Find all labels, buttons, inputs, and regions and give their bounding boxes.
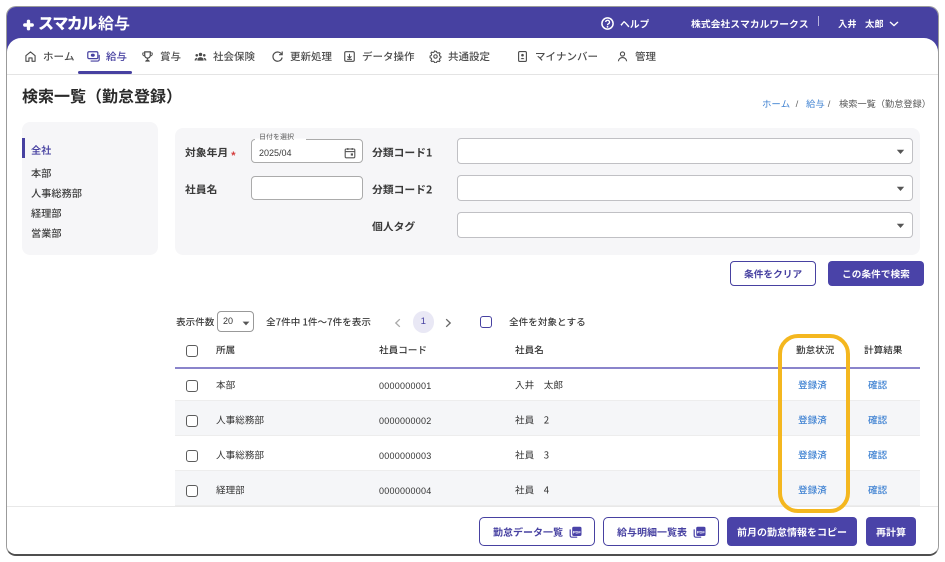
svg-text:PDF: PDF — [572, 529, 581, 534]
svg-text:PDF: PDF — [696, 529, 705, 534]
